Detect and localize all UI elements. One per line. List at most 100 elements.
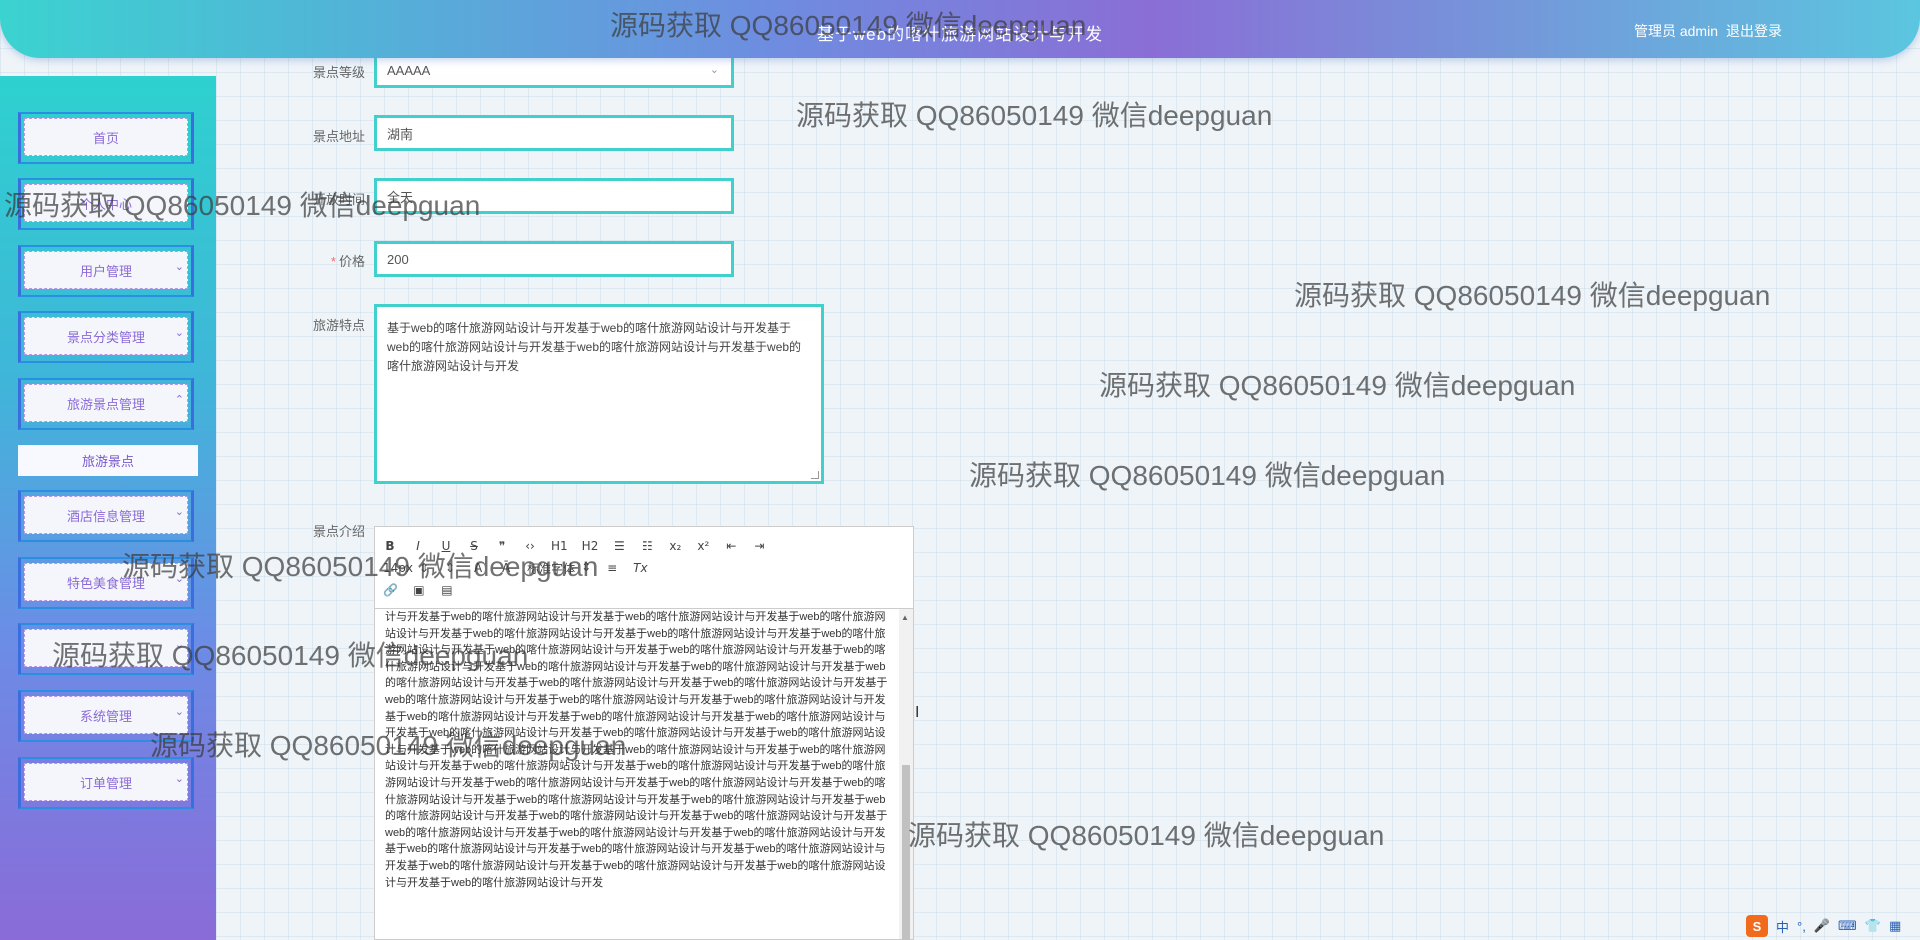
code-button[interactable]: ‹› bbox=[523, 539, 537, 553]
editor-content[interactable]: 计与开发基于web的喀什旅游网站设计与开发基于web的喀什旅游网站设计与开发基于… bbox=[375, 609, 899, 939]
scroll-up-icon[interactable]: ▲ bbox=[901, 613, 909, 622]
ordered-list-button[interactable]: ☰ bbox=[612, 539, 626, 553]
sidebar-item-label: 旅游景点管理 bbox=[24, 384, 188, 422]
microphone-icon[interactable]: 🎤 bbox=[1814, 918, 1830, 934]
chevron-down-icon: ⌄ bbox=[174, 706, 184, 718]
ime-toolbar: S 中 °, 🎤 ⌨ 👕 ▦ bbox=[1740, 912, 1920, 940]
sidebar-item-users[interactable]: 用户管理 ⌄ bbox=[18, 245, 194, 297]
video-icon[interactable]: ▤ bbox=[440, 583, 454, 597]
sidebar-item-label: 系统管理 bbox=[24, 696, 188, 734]
h2-button[interactable]: H2 bbox=[582, 539, 599, 553]
chevron-up-icon: ⌃ bbox=[174, 394, 184, 406]
time-label: 开放时间 bbox=[312, 192, 365, 207]
outdent-button[interactable]: ⇤ bbox=[724, 539, 738, 553]
watermark: 源码获取 QQ86050149 微信deepguan bbox=[1294, 280, 1771, 311]
font-family-select[interactable]: 标准字体 ⇕ bbox=[527, 560, 591, 577]
quote-button[interactable]: ❞ bbox=[495, 539, 509, 553]
chevron-down-icon: ⌄ bbox=[174, 261, 184, 273]
editor-toolbar: B I U S ❞ ‹› H1 H2 ☰ ☷ x₂ x² ⇤ ⇥ 14px ⇕ ⇕… bbox=[375, 527, 913, 609]
toolbar-row-insert: 🔗 ▣ ▤ bbox=[383, 579, 905, 601]
price-label-text: 价格 bbox=[338, 254, 365, 269]
sidebar-item-label bbox=[24, 629, 188, 667]
chevron-down-icon: ⌄ bbox=[174, 773, 184, 785]
font-size-select[interactable]: 14px ⇕ bbox=[383, 561, 429, 575]
top-header: 基于web的喀什旅游网站设计与开发 管理员 admin 退出登录 bbox=[0, 0, 1920, 58]
background-color-icon[interactable]: Ā bbox=[499, 561, 513, 575]
text-cursor-icon: I bbox=[915, 704, 920, 721]
feature-textarea[interactable]: 基于web的喀什旅游网站设计与开发基于web的喀什旅游网站设计与开发基于web的… bbox=[374, 304, 824, 484]
indent-button[interactable]: ⇥ bbox=[752, 539, 766, 553]
sidebar-item-hidden[interactable]: ⌄ bbox=[18, 623, 194, 675]
sidebar-item-label: 特色美食管理 bbox=[24, 563, 188, 601]
address-label: 景点地址 bbox=[312, 129, 365, 144]
chevron-down-icon: ⌄ bbox=[174, 639, 184, 651]
required-marker: * bbox=[330, 254, 336, 269]
address-value: 湖南 bbox=[387, 126, 414, 142]
time-value: 全天 bbox=[387, 189, 414, 205]
chevron-down-icon: ⌄ bbox=[174, 327, 184, 339]
grid-icon[interactable]: ▦ bbox=[1889, 918, 1901, 934]
sidebar-subitem-scenic[interactable]: 旅游景点 bbox=[18, 445, 198, 476]
heading-select[interactable]: ⇕ bbox=[443, 561, 457, 575]
sidebar-item-label: 景点分类管理 bbox=[24, 317, 188, 355]
skin-icon[interactable]: 👕 bbox=[1865, 918, 1881, 934]
price-input[interactable]: 200 bbox=[374, 241, 734, 277]
align-icon[interactable]: ≡ bbox=[605, 561, 619, 575]
sidebar: 首页 个人中心 用户管理 ⌄ 景点分类管理 ⌄ 旅游景点管理 ⌃ 旅游景点 酒店… bbox=[0, 76, 216, 940]
sidebar-item-category[interactable]: 景点分类管理 ⌄ bbox=[18, 311, 194, 363]
font-size-value: 14px bbox=[383, 561, 413, 575]
ime-logo[interactable]: S bbox=[1746, 915, 1768, 937]
ime-language[interactable]: 中 bbox=[1776, 917, 1789, 936]
editor-scrollbar[interactable]: ▲ bbox=[899, 609, 913, 940]
intro-rich-editor: B I U S ❞ ‹› H1 H2 ☰ ☷ x₂ x² ⇤ ⇥ 14px ⇕ ⇕… bbox=[374, 526, 914, 940]
feature-label: 旅游特点 bbox=[312, 318, 365, 333]
resize-handle-icon[interactable] bbox=[811, 471, 819, 479]
chevron-down-icon: ⇕ bbox=[419, 561, 430, 575]
link-icon[interactable]: 🔗 bbox=[383, 583, 398, 597]
intro-label: 景点介绍 bbox=[312, 524, 365, 539]
logout-link[interactable]: 退出登录 bbox=[1726, 21, 1782, 41]
price-label: * 价格 bbox=[245, 251, 365, 270]
chevron-down-icon: ⌄ bbox=[174, 573, 184, 585]
sidebar-item-hotel[interactable]: 酒店信息管理 ⌄ bbox=[18, 490, 194, 542]
sidebar-item-scenic[interactable]: 旅游景点管理 ⌃ bbox=[18, 378, 194, 430]
watermark: 源码获取 QQ86050149 微信deepguan bbox=[796, 100, 1273, 131]
image-icon[interactable]: ▣ bbox=[412, 583, 426, 597]
sidebar-item-home[interactable]: 首页 bbox=[18, 112, 194, 164]
sidebar-item-label: 个人中心 bbox=[24, 184, 188, 222]
bullet-list-button[interactable]: ☷ bbox=[640, 539, 654, 553]
toolbar-row-style: 14px ⇕ ⇕ A Ā 标准字体 ⇕ ≡ Tx bbox=[383, 557, 905, 579]
level-label: 景点等级 bbox=[312, 65, 365, 80]
clear-format-icon[interactable]: Tx bbox=[633, 561, 647, 575]
superscript-button[interactable]: x² bbox=[696, 539, 710, 553]
sidebar-item-orders[interactable]: 订单管理 ⌄ bbox=[18, 757, 194, 809]
toolbar-row-format: B I U S ❞ ‹› H1 H2 ☰ ☷ x₂ x² ⇤ ⇥ bbox=[383, 535, 905, 557]
italic-button[interactable]: I bbox=[411, 539, 425, 553]
sidebar-item-food[interactable]: 特色美食管理 ⌄ bbox=[18, 557, 194, 609]
sidebar-item-system[interactable]: 系统管理 ⌄ bbox=[18, 690, 194, 742]
address-input[interactable]: 湖南 bbox=[374, 115, 734, 151]
site-title: 基于web的喀什旅游网站设计与开发 bbox=[816, 25, 1104, 44]
sidebar-item-label: 酒店信息管理 bbox=[24, 496, 188, 534]
chevron-down-icon: ⌄ bbox=[174, 506, 184, 518]
font-family-value: 标准字体 bbox=[527, 561, 576, 576]
watermark: 源码获取 QQ86050149 微信deepguan bbox=[1099, 370, 1576, 401]
strike-button[interactable]: S bbox=[467, 539, 481, 553]
sidebar-item-label: 用户管理 bbox=[24, 251, 188, 289]
punctuation-icon[interactable]: °, bbox=[1797, 919, 1806, 934]
h1-button[interactable]: H1 bbox=[551, 539, 568, 553]
subscript-button[interactable]: x₂ bbox=[668, 539, 682, 553]
chevron-down-icon: ⌄ bbox=[709, 64, 719, 76]
watermark: 源码获取 QQ86050149 微信deepguan bbox=[969, 460, 1446, 491]
sidebar-item-profile[interactable]: 个人中心 bbox=[18, 178, 194, 230]
keyboard-icon[interactable]: ⌨ bbox=[1838, 918, 1857, 934]
time-input[interactable]: 全天 bbox=[374, 178, 734, 214]
bold-button[interactable]: B bbox=[383, 539, 397, 553]
text-color-icon[interactable]: A bbox=[471, 561, 485, 575]
admin-user-label: 管理员 admin bbox=[1633, 23, 1718, 39]
level-value: AAAAA bbox=[387, 62, 431, 78]
scrollbar-thumb[interactable] bbox=[902, 765, 910, 940]
watermark: 源码获取 QQ86050149 微信deepguan bbox=[908, 820, 1385, 851]
underline-button[interactable]: U bbox=[439, 539, 453, 553]
chevron-down-icon: ⇕ bbox=[581, 559, 592, 574]
